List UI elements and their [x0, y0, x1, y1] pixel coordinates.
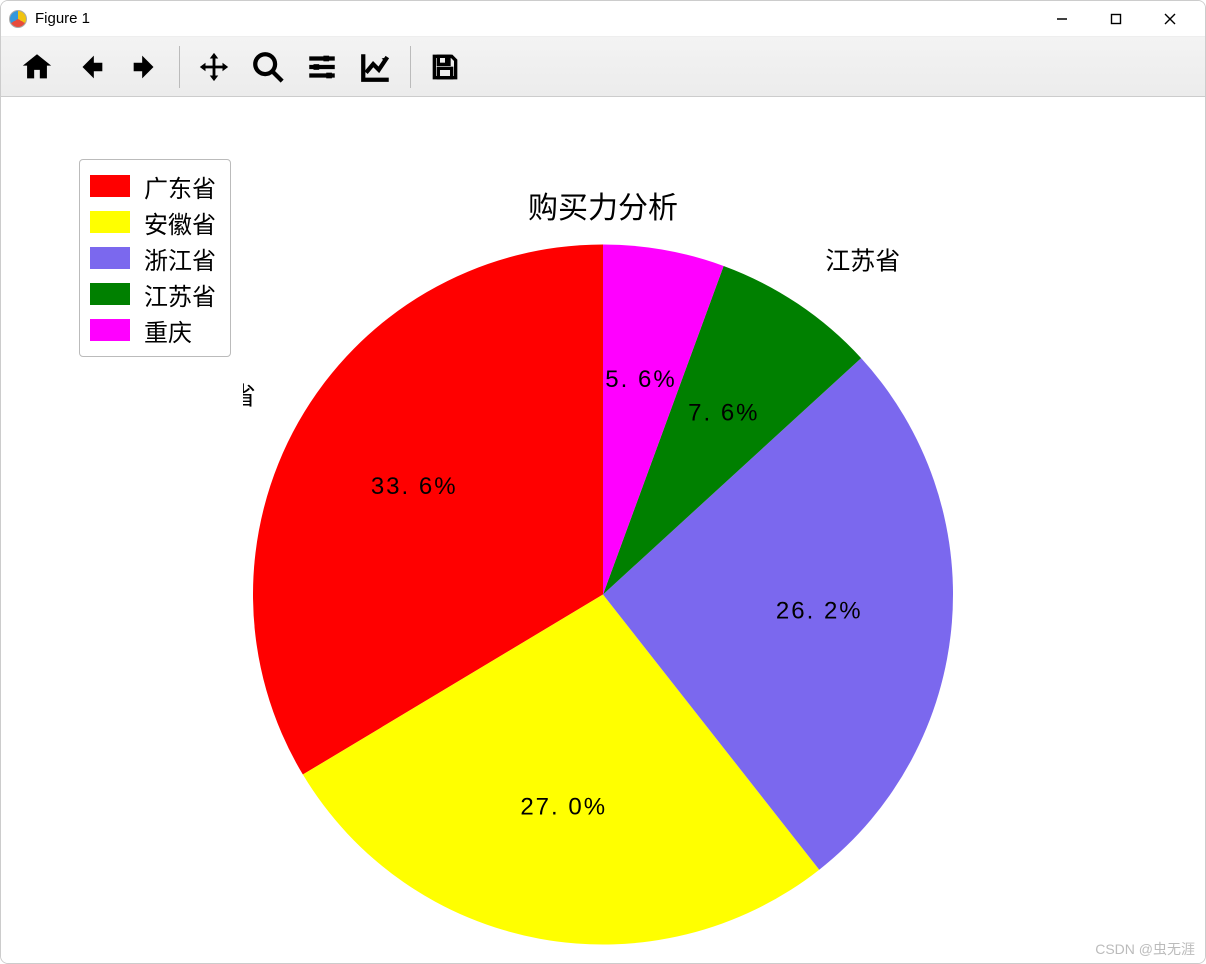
- zoom-icon: [251, 50, 285, 84]
- arrow-left-icon: [74, 50, 108, 84]
- save-icon: [429, 51, 461, 83]
- forward-button[interactable]: [119, 42, 171, 92]
- pie-pct-label: 33. 6%: [371, 473, 458, 500]
- pie-pct-label: 5. 6%: [605, 366, 676, 393]
- save-button[interactable]: [419, 42, 471, 92]
- legend-label: 江苏省: [144, 277, 216, 312]
- figure-window: Figure 1: [0, 0, 1206, 964]
- pie-pct-label: 7. 6%: [688, 400, 759, 427]
- zoom-button[interactable]: [242, 42, 294, 92]
- legend-label: 浙江省: [144, 241, 216, 276]
- legend-swatch: [90, 175, 130, 197]
- home-button[interactable]: [11, 42, 63, 92]
- legend-swatch: [90, 247, 130, 269]
- legend: 广东省 安徽省 浙江省 江苏省 重庆: [79, 159, 231, 357]
- back-button[interactable]: [65, 42, 117, 92]
- pie-pct-label: 27. 0%: [520, 793, 607, 820]
- sliders-icon: [305, 50, 339, 84]
- legend-item: 江苏省: [90, 276, 216, 312]
- window-controls: [1035, 2, 1197, 36]
- arrow-right-icon: [128, 50, 162, 84]
- pie-pct-label: 26. 2%: [776, 598, 863, 625]
- toolbar: [1, 37, 1205, 97]
- configure-subplots-button[interactable]: [296, 42, 348, 92]
- chart-area: 购买力分析 广东省 安徽省 浙江省 江苏省 重庆 33. 6% 广东省 27. 0%…: [1, 97, 1205, 963]
- legend-item: 安徽省: [90, 204, 216, 240]
- watermark: CSDN @虫无涯: [1095, 939, 1195, 959]
- close-button[interactable]: [1143, 2, 1197, 36]
- pie-name-label: 广东省: [243, 383, 256, 411]
- titlebar: Figure 1: [1, 1, 1205, 37]
- pie-svg: 33. 6%广东省27. 0%安徽省26. 2%浙江省7. 6%江苏省5. 6%…: [243, 235, 963, 955]
- edit-axes-button[interactable]: [350, 42, 402, 92]
- window-title: Figure 1: [35, 10, 90, 27]
- toolbar-separator: [410, 46, 411, 88]
- toolbar-separator: [179, 46, 180, 88]
- legend-label: 广东省: [144, 169, 216, 204]
- legend-swatch: [90, 211, 130, 233]
- pie-name-label: 江苏省: [825, 248, 900, 276]
- app-icon: [9, 10, 27, 28]
- home-icon: [20, 50, 54, 84]
- legend-swatch: [90, 319, 130, 341]
- line-chart-icon: [359, 50, 393, 84]
- chart-title: 购买力分析: [528, 183, 678, 227]
- legend-item: 重庆: [90, 312, 216, 348]
- maximize-button[interactable]: [1089, 2, 1143, 36]
- legend-swatch: [90, 283, 130, 305]
- legend-item: 浙江省: [90, 240, 216, 276]
- pan-button[interactable]: [188, 42, 240, 92]
- legend-item: 广东省: [90, 168, 216, 204]
- legend-label: 安徽省: [144, 205, 216, 240]
- minimize-button[interactable]: [1035, 2, 1089, 36]
- legend-label: 重庆: [144, 313, 192, 348]
- move-icon: [197, 50, 231, 84]
- pie-chart: 33. 6%广东省27. 0%安徽省26. 2%浙江省7. 6%江苏省5. 6%…: [243, 235, 963, 960]
